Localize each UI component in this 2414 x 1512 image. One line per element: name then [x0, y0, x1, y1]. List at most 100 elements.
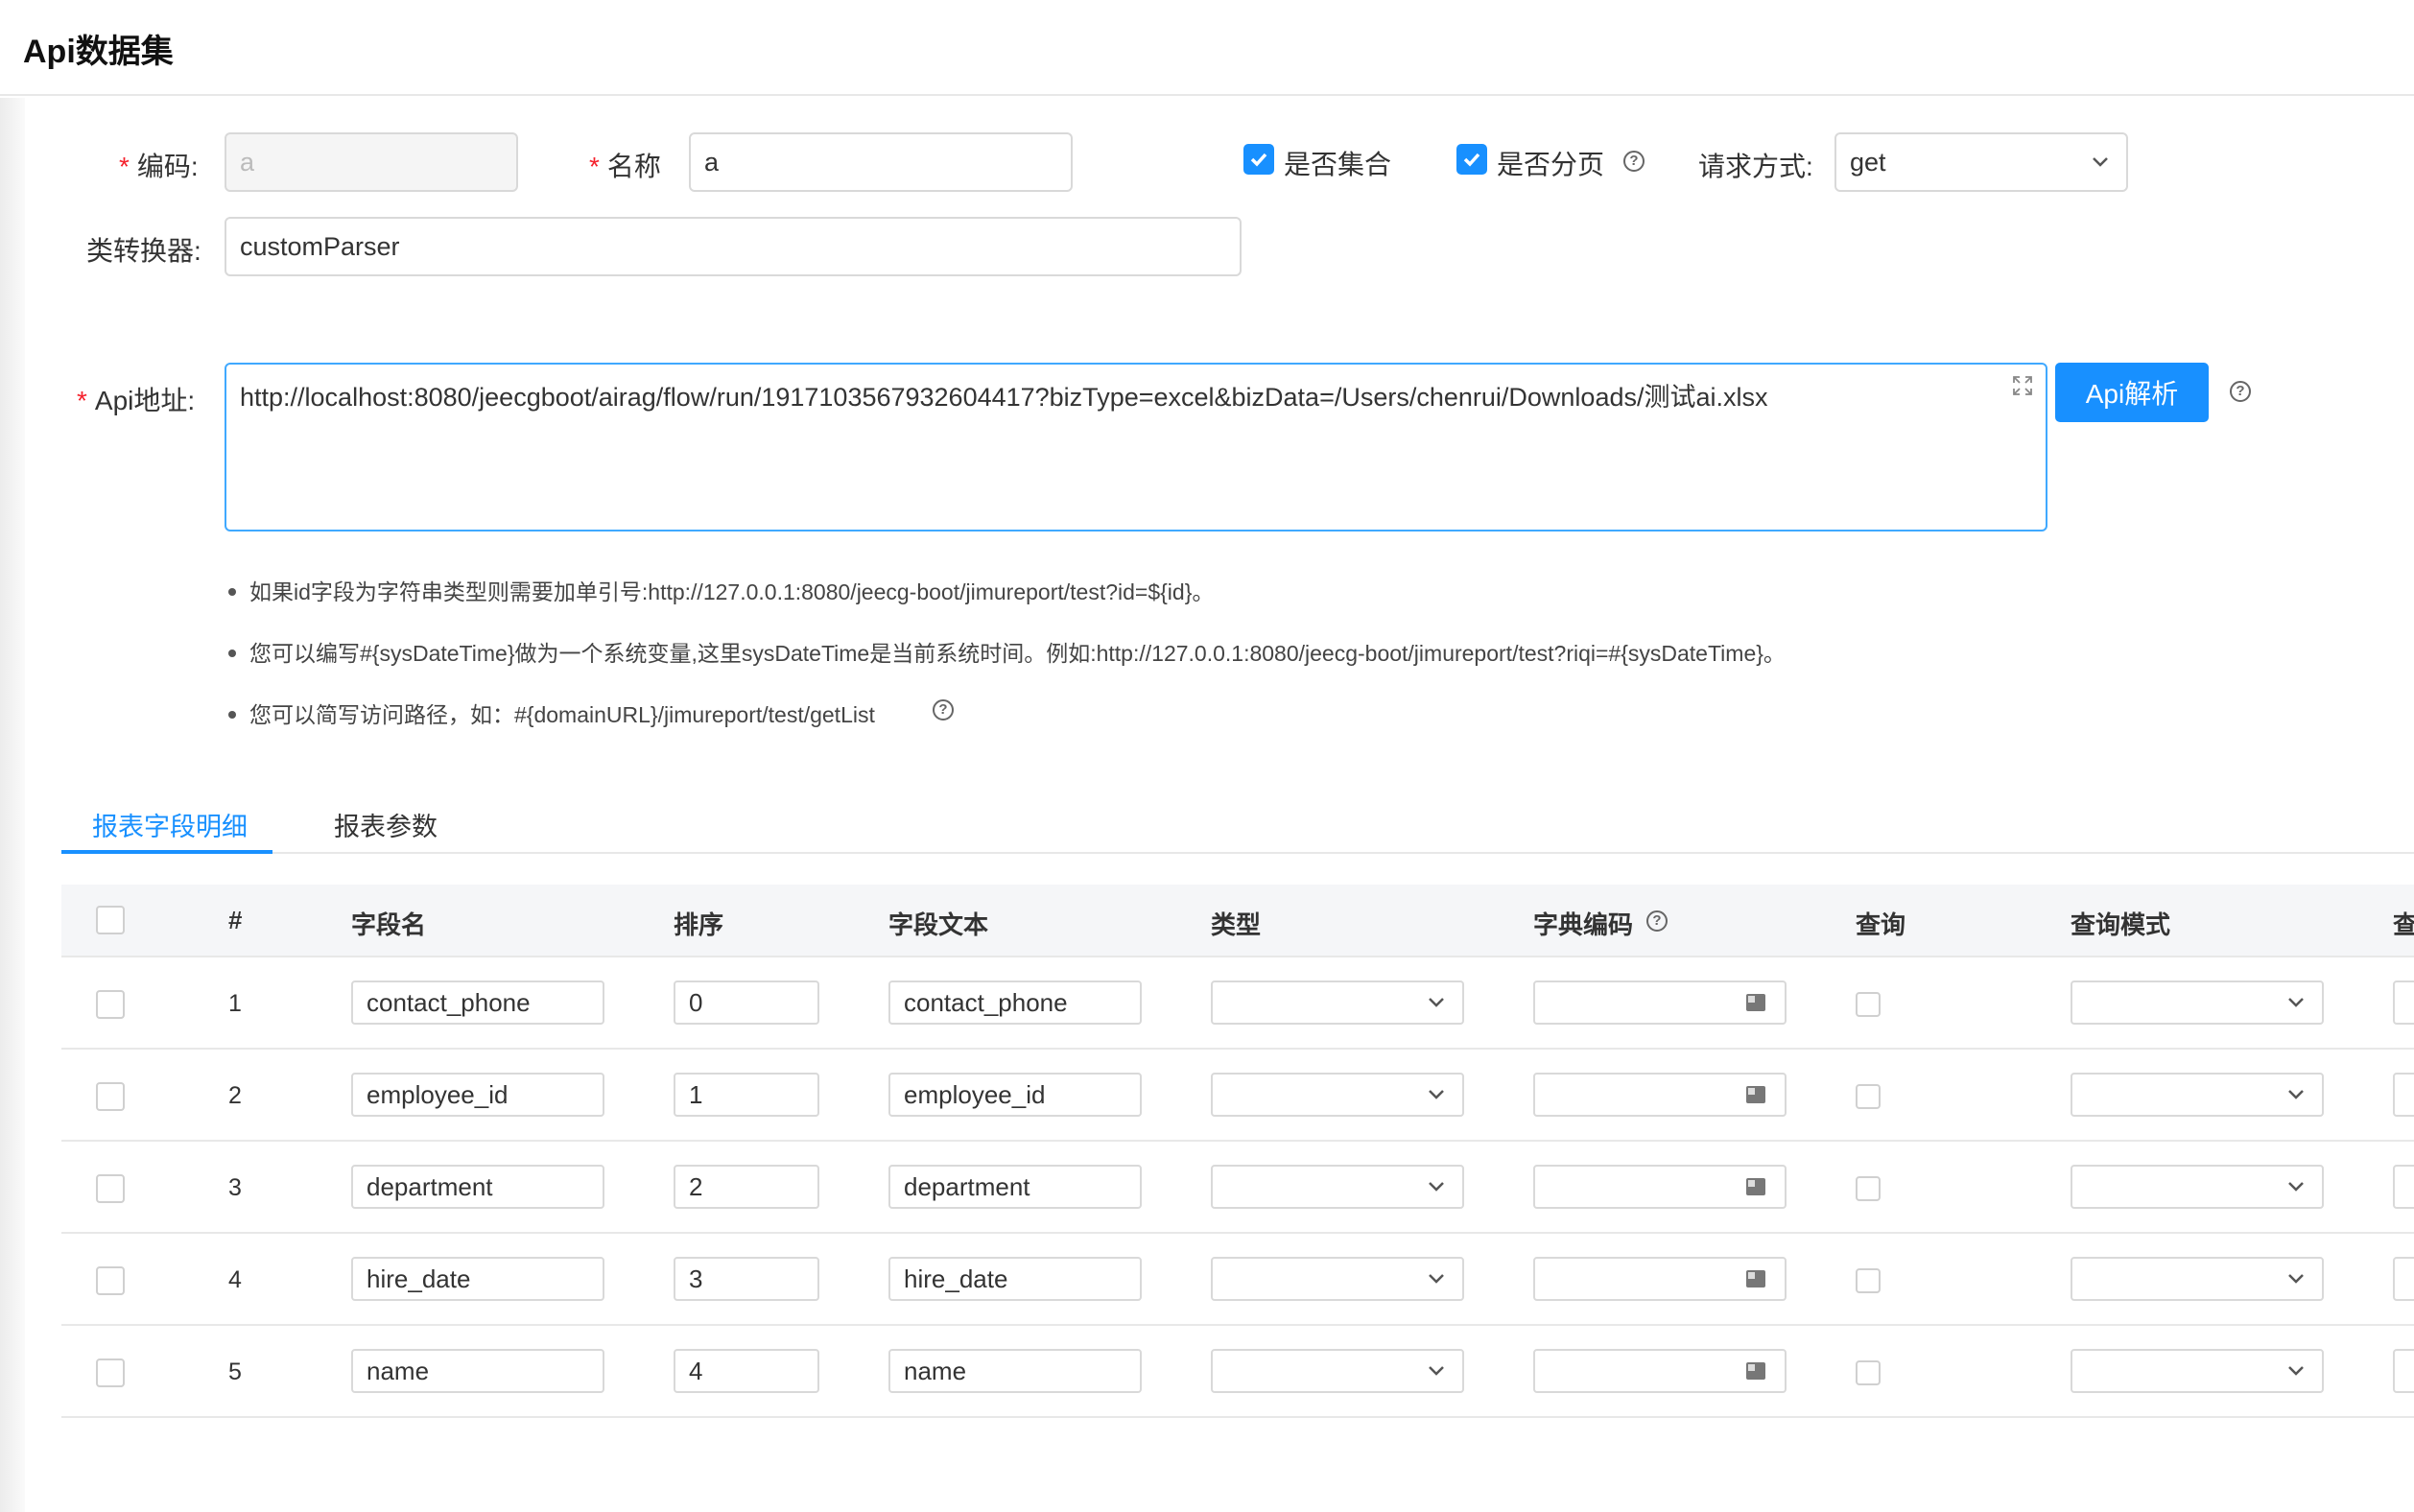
row-checkbox[interactable] [96, 1266, 125, 1295]
dict-picker-icon[interactable] [1746, 994, 1765, 1011]
order-input[interactable]: 3 [674, 1257, 819, 1301]
type-select[interactable] [1211, 1349, 1464, 1393]
help-circle-icon[interactable]: ? [2230, 381, 2251, 402]
field-name-input[interactable]: contact_phone [351, 980, 604, 1025]
tab-report-params[interactable]: 报表参数 [334, 806, 438, 843]
dict-code-input[interactable] [1533, 980, 1787, 1025]
row-checkbox[interactable] [96, 1358, 125, 1387]
check-icon [1250, 153, 1267, 167]
extra-input[interactable] [2393, 1165, 2414, 1209]
query-mode-select[interactable] [2071, 980, 2324, 1025]
tip-item: 您可以简写访问路径，如：#{domainURL}/jimureport/test… [228, 697, 875, 729]
chevron-down-icon [1429, 1366, 1444, 1376]
col-field-name: 字段名 [351, 910, 427, 939]
field-text-input[interactable]: employee_id [888, 1073, 1142, 1117]
select-all-checkbox[interactable] [96, 906, 125, 934]
order-input[interactable]: 0 [674, 980, 819, 1025]
query-mode-select[interactable] [2071, 1073, 2324, 1117]
query-checkbox[interactable] [1856, 1360, 1881, 1385]
col-index: # [228, 906, 243, 934]
name-input[interactable]: a [689, 132, 1073, 192]
col-field-text: 字段文本 [888, 910, 989, 939]
table-header: # 字段名 排序 字段文本 类型 字典编码 ? 查询 查询模式 查 [61, 885, 2414, 957]
row-index: 4 [228, 1266, 242, 1293]
query-checkbox[interactable] [1856, 1268, 1881, 1293]
bullet-icon [228, 649, 236, 657]
row-checkbox[interactable] [96, 1174, 125, 1203]
field-text-input[interactable]: name [888, 1349, 1142, 1393]
method-select[interactable]: get [1834, 132, 2128, 192]
order-input[interactable]: 4 [674, 1349, 819, 1393]
converter-input[interactable]: customParser [225, 217, 1242, 276]
type-select[interactable] [1211, 1073, 1464, 1117]
chevron-down-icon [2288, 1090, 2304, 1099]
method-value: get [1850, 147, 1886, 177]
dict-code-input[interactable] [1533, 1349, 1787, 1393]
extra-input[interactable] [2393, 1349, 2414, 1393]
query-checkbox[interactable] [1856, 1176, 1881, 1201]
col-query: 查询 [1856, 910, 1906, 939]
field-name-input[interactable]: hire_date [351, 1257, 604, 1301]
extra-input[interactable] [2393, 1073, 2414, 1117]
row-checkbox[interactable] [96, 990, 125, 1019]
order-input[interactable]: 2 [674, 1165, 819, 1209]
dict-picker-icon[interactable] [1746, 1362, 1765, 1380]
col-type: 类型 [1211, 910, 1262, 939]
code-input[interactable]: a [225, 132, 518, 192]
extra-input[interactable] [2393, 980, 2414, 1025]
api-url-textarea[interactable]: http://localhost:8080/jeecgboot/airag/fl… [225, 363, 2047, 532]
field-name-input[interactable]: department [351, 1165, 604, 1209]
extra-input[interactable] [2393, 1257, 2414, 1301]
help-circle-icon[interactable]: ? [1646, 910, 1668, 932]
page-title: Api数据集 [23, 34, 174, 70]
help-circle-icon[interactable]: ? [1623, 151, 1645, 172]
query-mode-select[interactable] [2071, 1165, 2324, 1209]
field-name-input[interactable]: name [351, 1349, 604, 1393]
code-label: * 编码: [119, 152, 199, 181]
dict-code-input[interactable] [1533, 1257, 1787, 1301]
dict-picker-icon[interactable] [1746, 1086, 1765, 1103]
api-parse-button[interactable]: Api解析 [2055, 363, 2209, 422]
field-text-input[interactable]: department [888, 1165, 1142, 1209]
dict-picker-icon[interactable] [1746, 1270, 1765, 1288]
is-collection-checkbox[interactable] [1243, 144, 1274, 175]
query-mode-select[interactable] [2071, 1257, 2324, 1301]
field-text-input[interactable]: contact_phone [888, 980, 1142, 1025]
name-label: * 名称 [589, 152, 661, 181]
chevron-down-icon [2288, 1366, 2304, 1376]
chevron-down-icon [1429, 1274, 1444, 1284]
order-input[interactable]: 1 [674, 1073, 819, 1117]
is-paging-checkbox[interactable] [1456, 144, 1487, 175]
tip-item: 如果id字段为字符串类型则需要加单引号:http://127.0.0.1:808… [228, 574, 1214, 606]
query-mode-select[interactable] [2071, 1349, 2324, 1393]
expand-icon[interactable] [2011, 374, 2034, 397]
tab-field-details[interactable]: 报表字段明细 [92, 806, 248, 843]
chevron-down-icon [1429, 1090, 1444, 1099]
type-select[interactable] [1211, 1257, 1464, 1301]
field-text-input[interactable]: hire_date [888, 1257, 1142, 1301]
type-select[interactable] [1211, 980, 1464, 1025]
chevron-down-icon [2288, 1182, 2304, 1192]
row-checkbox[interactable] [96, 1082, 125, 1111]
chevron-down-icon [2093, 157, 2108, 167]
table-row: 1 contact_phone 0 contact_phone [61, 957, 2414, 1050]
query-checkbox[interactable] [1856, 1084, 1881, 1109]
table-row: 5 name 4 name [61, 1326, 2414, 1418]
left-shade [0, 98, 25, 1512]
field-name-input[interactable]: employee_id [351, 1073, 604, 1117]
row-index: 5 [228, 1358, 242, 1385]
chevron-down-icon [1429, 1182, 1444, 1192]
type-select[interactable] [1211, 1165, 1464, 1209]
tab-ink-bar [61, 850, 272, 854]
query-checkbox[interactable] [1856, 992, 1881, 1017]
tab-bar: 报表字段明细 报表参数 [61, 787, 2414, 854]
chevron-down-icon [1429, 998, 1444, 1007]
chevron-down-icon [2288, 1274, 2304, 1284]
page: Api数据集 * 编码: a * 名称 a 是否集合 是否分页 ? 请求方式: ge… [0, 0, 2414, 1512]
dict-picker-icon[interactable] [1746, 1178, 1765, 1195]
row-index: 3 [228, 1174, 242, 1201]
dict-code-input[interactable] [1533, 1165, 1787, 1209]
help-circle-icon[interactable]: ? [933, 699, 954, 721]
api-url-value: http://localhost:8080/jeecgboot/airag/fl… [240, 383, 1768, 412]
dict-code-input[interactable] [1533, 1073, 1787, 1117]
